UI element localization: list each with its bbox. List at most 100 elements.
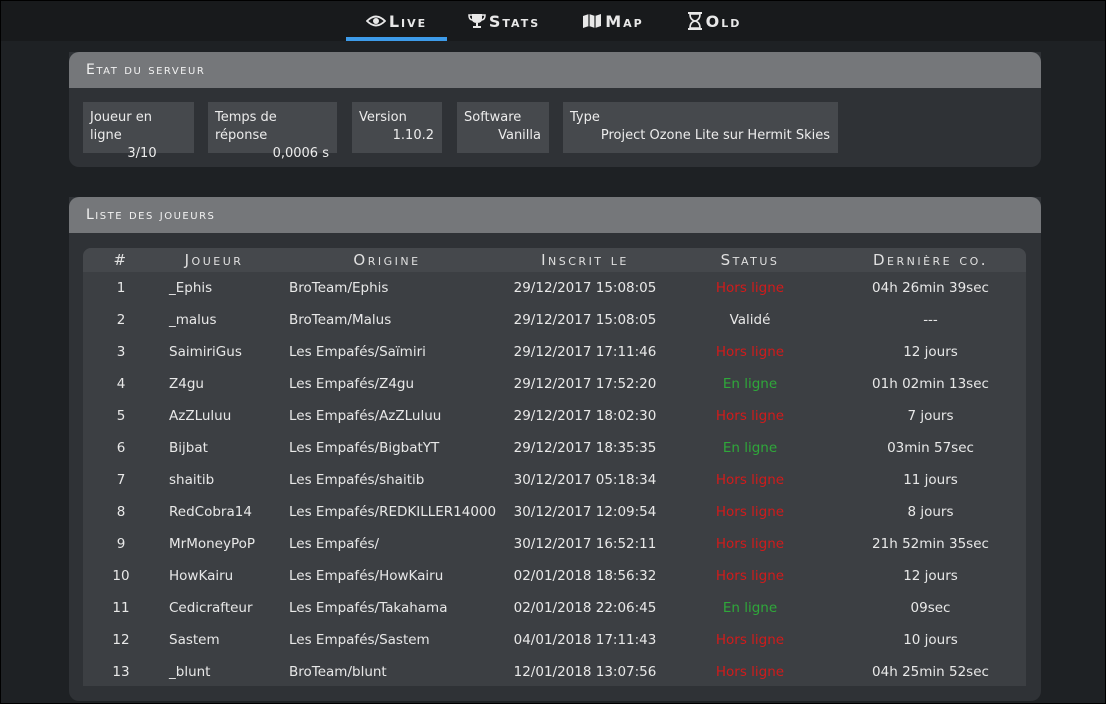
cell-number: 13 [112, 664, 130, 680]
info-label: Software [464, 110, 522, 125]
table-row: 12 Sastem Les Empafés/Sastem 04/01/2018 17:… [83, 624, 1026, 656]
tab-old[interactable]: Old [681, 1, 747, 41]
cell-status: En ligne [722, 440, 778, 456]
info-box-type: Type Project Ozone Lite sur Hermit Skies [563, 102, 838, 153]
cell-status: Hors ligne [715, 472, 785, 488]
table-row: 11 Cedicrafteur Les Empafés/Takahama 02/01/… [83, 592, 1026, 624]
info-value: 3/10 [127, 146, 157, 161]
cell-origin: Les Empafés/Sastem [289, 632, 430, 648]
col-header-player[interactable]: Joueur [159, 248, 269, 272]
player-list-panel: Liste des joueurs # Joueur Origine Inscr… [69, 197, 1041, 701]
cell-player: Bijbat [169, 440, 208, 456]
cell-registered: 12/01/2018 13:07:56 [513, 664, 657, 680]
cell-origin: Les Empafés/Saïmiri [289, 344, 426, 360]
tab-label: Live [388, 11, 428, 31]
cell-status: Hors ligne [715, 344, 785, 360]
table-row: 13 _blunt BroTeam/blunt 12/01/2018 13:07:56… [83, 656, 1026, 686]
info-value: 0,0006 s [272, 146, 329, 161]
table-row: 6 Bijbat Les Empafés/BigbatYT 29/12/2017 18… [83, 432, 1026, 464]
player-table-body: 1 _Ephis BroTeam/Ephis 29/12/2017 15:08:05 H… [83, 272, 1026, 686]
cell-status: Hors ligne [715, 664, 785, 680]
cell-number: 8 [116, 504, 126, 520]
info-value: Vanilla [498, 128, 541, 143]
cell-origin: Les Empafés/BigbatYT [289, 440, 440, 456]
player-table: # Joueur Origine Inscrit le Status Derni… [83, 248, 1026, 686]
cell-registered: 30/12/2017 16:52:11 [513, 536, 657, 552]
cell-origin: BroTeam/blunt [289, 664, 387, 680]
trophy-icon [468, 13, 486, 29]
cell-status: En ligne [722, 376, 778, 392]
cell-player: _malus [169, 312, 217, 328]
cell-registered: 29/12/2017 15:08:05 [513, 280, 657, 296]
table-row: 8 RedCobra14 Les Empafés/REDKILLER14000 30/… [83, 496, 1026, 528]
cell-registered: 29/12/2017 17:11:46 [513, 344, 657, 360]
info-label: Temps de réponse [215, 110, 277, 143]
info-value: 1.10.2 [392, 128, 434, 143]
cell-player: _blunt [169, 664, 211, 680]
cell-status: Hors ligne [715, 280, 785, 296]
cell-status: Hors ligne [715, 632, 785, 648]
cell-player: shaitib [169, 472, 215, 488]
cell-status: Hors ligne [715, 504, 785, 520]
cell-status: Hors ligne [715, 408, 785, 424]
table-row: 3 SaimiriGus Les Empafés/Saïmiri 29/12/2017… [83, 336, 1026, 368]
table-row: 7 shaitib Les Empafés/shaitib 30/12/2017 05… [83, 464, 1026, 496]
cell-registered: 02/01/2018 18:56:32 [513, 568, 657, 584]
cell-status: Hors ligne [715, 568, 785, 584]
cell-origin: BroTeam/Ephis [289, 280, 389, 296]
cell-last-connection: 09sec [910, 600, 951, 616]
info-box-response-time: Temps de réponse 0,0006 s [208, 102, 337, 161]
tab-live[interactable]: Live [346, 1, 447, 41]
cell-player: Sastem [169, 632, 220, 648]
info-label: Version [359, 110, 407, 125]
cell-last-connection: 12 jours [903, 568, 958, 584]
cell-player: SaimiriGus [169, 344, 242, 360]
cell-status: Validé [729, 312, 771, 328]
cell-origin: Les Empafés/Takahama [289, 600, 448, 616]
cell-number: 9 [116, 536, 126, 552]
cell-player: Z4gu [169, 376, 204, 392]
cell-registered: 29/12/2017 18:02:30 [513, 408, 657, 424]
cell-last-connection: --- [923, 312, 938, 328]
info-label: Type [570, 110, 600, 125]
cell-number: 3 [116, 344, 126, 360]
cell-number: 10 [112, 568, 130, 584]
cell-number: 5 [116, 408, 126, 424]
tab-map[interactable]: Map [579, 1, 647, 41]
cell-last-connection: 7 jours [907, 408, 954, 424]
cell-number: 12 [112, 632, 130, 648]
cell-status: Hors ligne [715, 536, 785, 552]
col-header-origin[interactable]: Origine [269, 248, 505, 272]
map-icon [582, 13, 602, 29]
cell-player: Cedicrafteur [169, 600, 253, 616]
info-box-software: Software Vanilla [457, 102, 549, 153]
col-header-last-connection[interactable]: Dernière co. [835, 248, 1026, 272]
cell-registered: 29/12/2017 17:52:20 [513, 376, 657, 392]
cell-last-connection: 10 jours [903, 632, 958, 648]
cell-registered: 29/12/2017 15:08:05 [513, 312, 657, 328]
cell-last-connection: 04h 26min 39sec [872, 280, 989, 296]
col-header-status[interactable]: Status [665, 248, 835, 272]
cell-last-connection: 04h 25min 52sec [872, 664, 989, 680]
cell-registered: 30/12/2017 12:09:54 [513, 504, 657, 520]
cell-player: MrMoneyPoP [169, 536, 256, 552]
cell-number: 2 [116, 312, 126, 328]
hourglass-icon [687, 12, 703, 30]
panel-title: Liste des joueurs [69, 197, 1041, 233]
col-header-number[interactable]: # [83, 248, 159, 272]
cell-registered: 30/12/2017 05:18:34 [513, 472, 657, 488]
tab-label: Map [605, 11, 644, 31]
cell-origin: Les Empafés/Z4gu [289, 376, 415, 392]
cell-player: AzZLuluu [169, 408, 232, 424]
info-box-players-online: Joueur en ligne 3/10 [83, 102, 194, 161]
cell-last-connection: 21h 52min 35sec [872, 536, 989, 552]
info-value: Project Ozone Lite sur Hermit Skies [600, 128, 830, 143]
tab-stats[interactable]: Stats [463, 1, 545, 41]
cell-player: _Ephis [169, 280, 213, 296]
eye-icon [365, 14, 386, 28]
table-row: 10 HowKairu Les Empafés/HowKairu 02/01/2018… [83, 560, 1026, 592]
cell-registered: 04/01/2018 17:11:43 [513, 632, 657, 648]
server-status-panel: Etat du serveur Joueur en ligne 3/10 Tem… [69, 52, 1041, 167]
cell-number: 7 [116, 472, 126, 488]
col-header-registered[interactable]: Inscrit le [505, 248, 665, 272]
